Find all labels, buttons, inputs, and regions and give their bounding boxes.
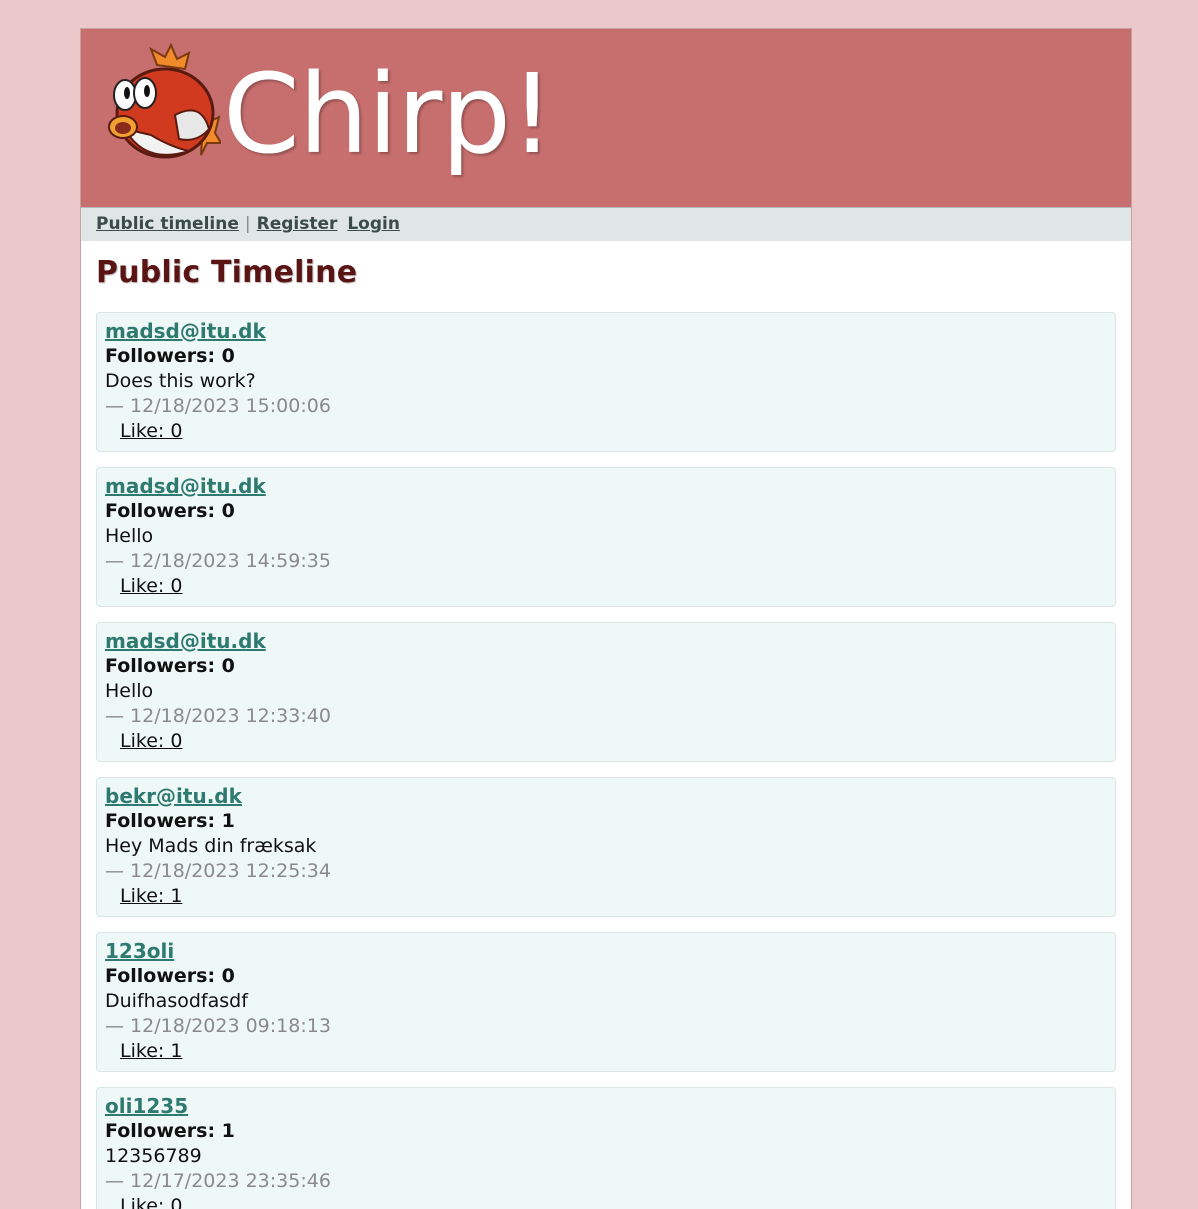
cheep-author-link[interactable]: 123oli <box>105 939 174 963</box>
cheep-item: madsd@itu.dk Followers: 0 Does this work… <box>96 312 1116 452</box>
nav-login-link[interactable]: Login <box>347 214 400 234</box>
cheep-item: madsd@itu.dk Followers: 0 Hello — 12/18/… <box>96 622 1116 762</box>
nav-separator: | <box>244 214 251 234</box>
main-content: Public Timeline madsd@itu.dk Followers: … <box>81 241 1131 1209</box>
nav-register-link[interactable]: Register <box>257 214 338 234</box>
cheep-text: Duifhasodfasdf <box>105 990 248 1012</box>
cheep-author-link[interactable]: madsd@itu.dk <box>105 474 266 498</box>
cheep-author-link[interactable]: madsd@itu.dk <box>105 629 266 653</box>
cheep-like-button[interactable]: Like: 0 <box>120 575 182 597</box>
cheep-timestamp: — 12/18/2023 09:18:13 <box>105 1015 331 1037</box>
cheep-text: 12356789 <box>105 1145 202 1167</box>
cheep-timestamp: — 12/17/2023 23:35:46 <box>105 1170 331 1192</box>
cheep-timestamp: — 12/18/2023 12:33:40 <box>105 705 331 727</box>
page-container: Chirp! Public timeline | Register Login Pu… <box>80 28 1132 1209</box>
cheep-author-link[interactable]: bekr@itu.dk <box>105 784 242 808</box>
cheep-like-button[interactable]: Like: 1 <box>120 1040 182 1062</box>
cheep-item: oli1235 Followers: 1 12356789 — 12/17/20… <box>96 1087 1116 1209</box>
cheep-followers-count: Followers: 0 <box>105 655 235 677</box>
cheep-text: Hello <box>105 680 154 702</box>
cheep-text: Does this work? <box>105 370 256 392</box>
cheep-text: Hey Mads din fræksak <box>105 835 317 857</box>
cheep-followers-count: Followers: 0 <box>105 965 235 987</box>
cheep-like-button[interactable]: Like: 0 <box>120 1195 182 1209</box>
cheep-followers-count: Followers: 0 <box>105 345 235 367</box>
site-header: Chirp! <box>81 29 1131 207</box>
cheep-followers-count: Followers: 1 <box>105 1120 235 1142</box>
cheep-like-button[interactable]: Like: 0 <box>120 730 182 752</box>
cheep-timestamp: — 12/18/2023 12:25:34 <box>105 860 331 882</box>
cheep-author-link[interactable]: oli1235 <box>105 1094 188 1118</box>
cheep-followers-count: Followers: 1 <box>105 810 235 832</box>
cheep-followers-count: Followers: 0 <box>105 500 235 522</box>
cheep-like-button[interactable]: Like: 1 <box>120 885 182 907</box>
cheep-item: 123oli Followers: 0 Duifhasodfasdf — 12/… <box>96 932 1116 1072</box>
cheep-item: madsd@itu.dk Followers: 0 Hello — 12/18/… <box>96 467 1116 607</box>
cheep-timestamp: — 12/18/2023 14:59:35 <box>105 550 331 572</box>
cheep-text: Hello <box>105 525 154 547</box>
page-title: Public Timeline <box>96 255 358 290</box>
nav-bar: Public timeline | Register Login <box>81 207 1131 241</box>
site-logo-text: Chirp! <box>223 50 554 178</box>
cheep-item: bekr@itu.dk Followers: 1 Hey Mads din fr… <box>96 777 1116 917</box>
cheep-timestamp: — 12/18/2023 15:00:06 <box>105 395 331 417</box>
cheep-like-button[interactable]: Like: 0 <box>120 420 182 442</box>
cheep-author-link[interactable]: madsd@itu.dk <box>105 319 266 343</box>
nav-public-timeline-link[interactable]: Public timeline <box>96 214 239 234</box>
bird-logo-icon <box>108 43 221 159</box>
